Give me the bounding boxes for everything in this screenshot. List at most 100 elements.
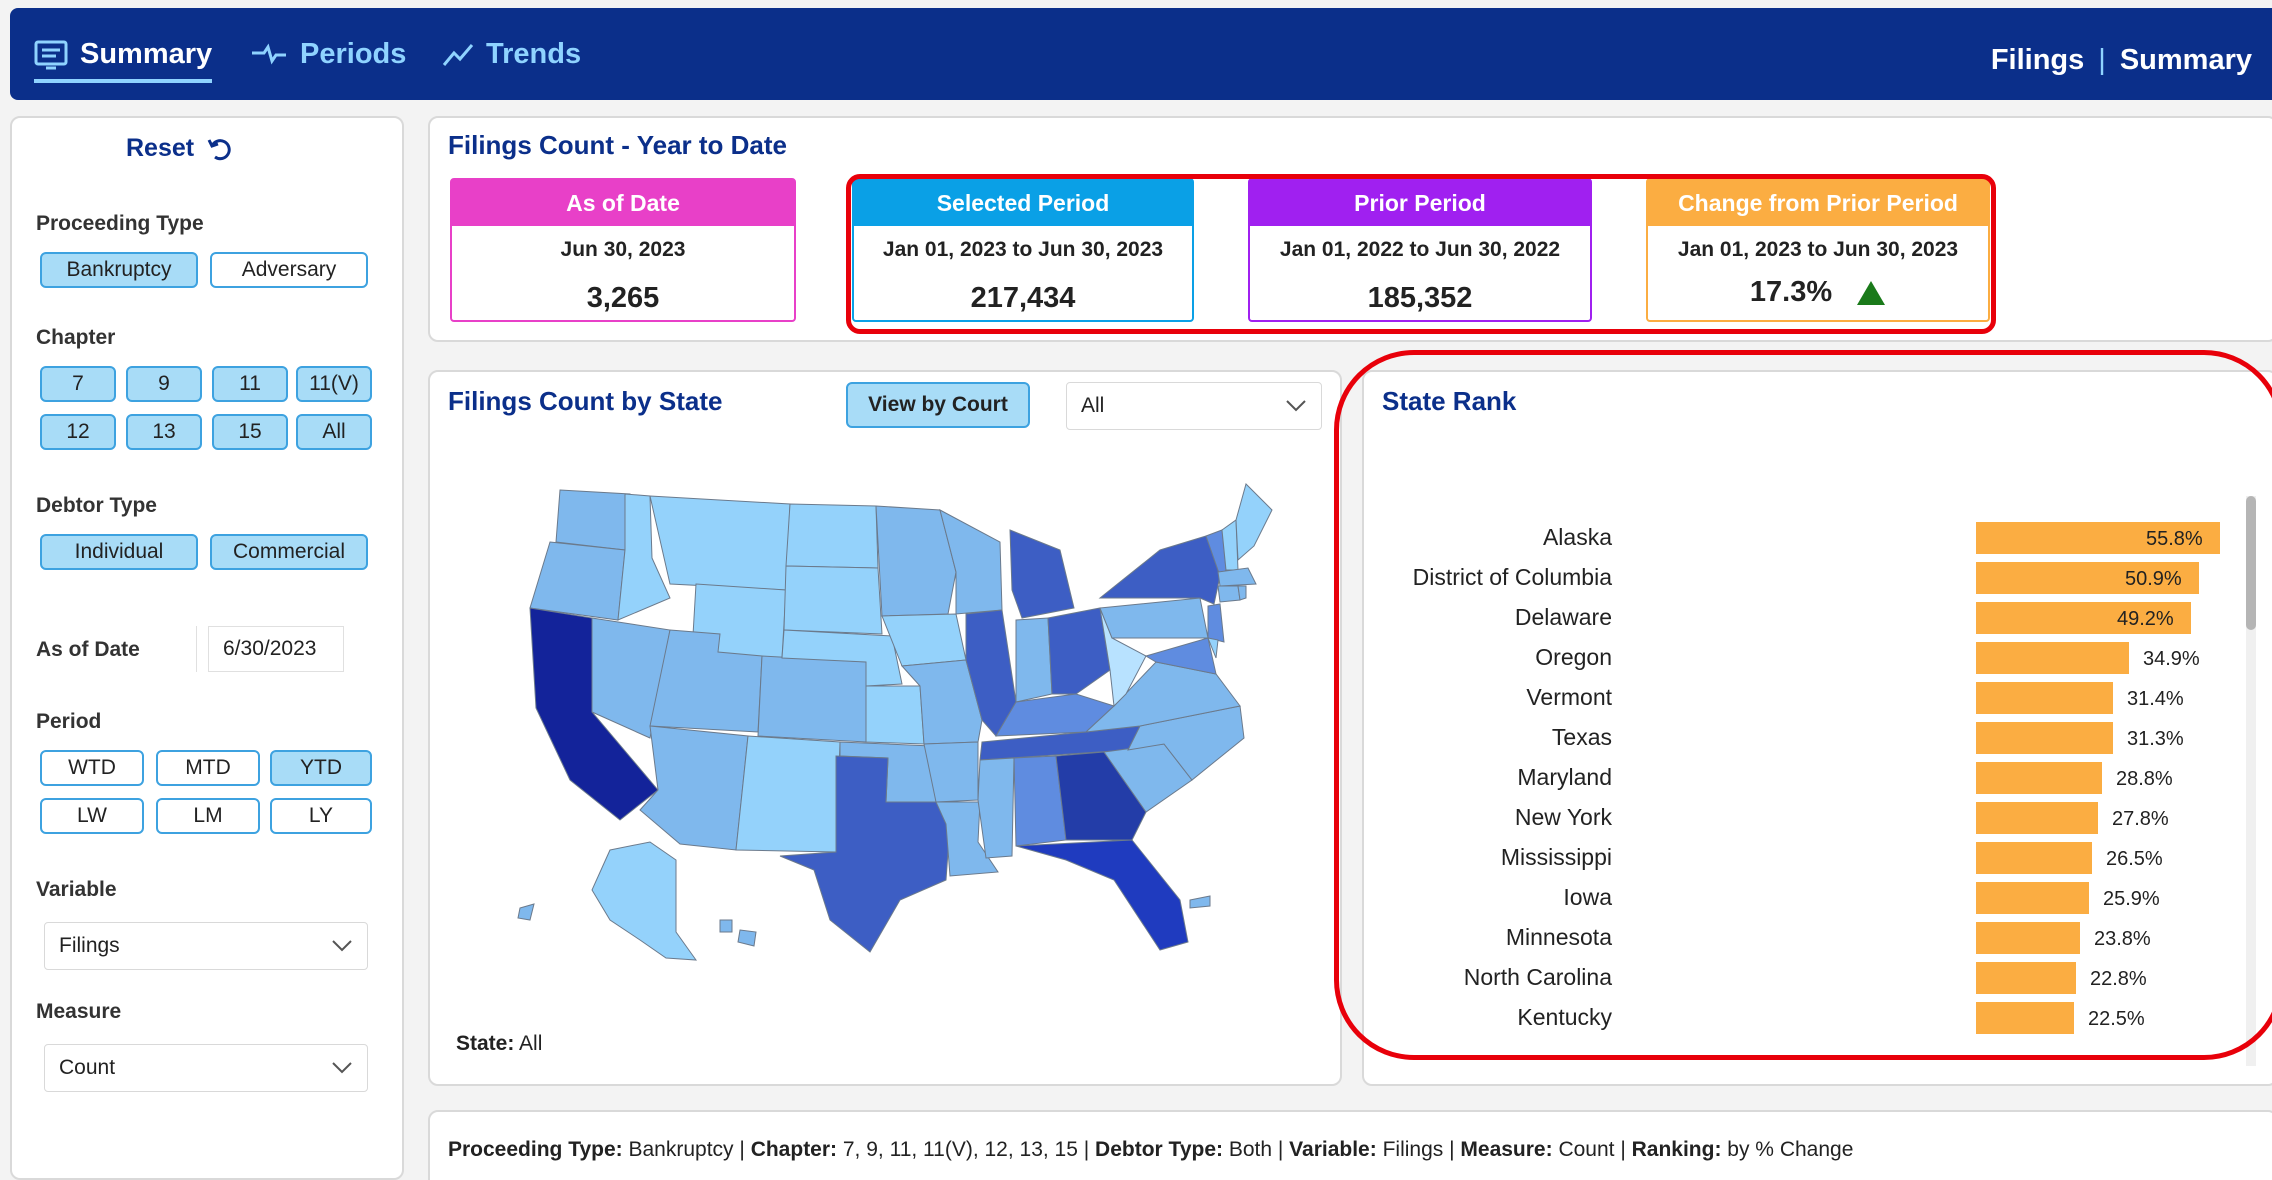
chip-chapter-7[interactable]: 7 xyxy=(40,366,116,402)
kpi-header: As of Date xyxy=(452,180,794,226)
state-maine xyxy=(1235,483,1273,562)
state-selection-label: State: xyxy=(456,1032,515,1055)
measure-label: Measure xyxy=(36,1000,122,1023)
state-kansas xyxy=(865,685,925,745)
kpi-period: Jun 30, 2023 xyxy=(560,238,686,261)
periods-icon xyxy=(250,42,288,67)
state-florida xyxy=(1015,839,1189,951)
measure-select-value: Count xyxy=(59,1056,116,1079)
footer-label: Ranking: xyxy=(1631,1138,1722,1161)
chapter-label: Chapter xyxy=(36,326,116,349)
state-alaska xyxy=(591,841,698,961)
chevron-down-icon xyxy=(332,1062,352,1074)
period-label: Period xyxy=(36,710,102,733)
state-hawaii-1 xyxy=(719,919,733,933)
state-selection: State: All xyxy=(456,1032,542,1056)
state-new-jersey xyxy=(1207,603,1225,643)
chip-chapter-13[interactable]: 13 xyxy=(126,414,202,450)
trend-icon xyxy=(442,43,474,67)
footer-value: Count xyxy=(1558,1138,1615,1161)
chip-chapter-11v[interactable]: 11(V) xyxy=(296,366,372,402)
proceeding-type-label: Proceeding Type xyxy=(36,212,204,235)
chip-chapter-12[interactable]: 12 xyxy=(40,414,116,450)
state-selection-value: All xyxy=(519,1032,543,1055)
state-rhode-island xyxy=(1237,585,1247,601)
territory-puerto-rico xyxy=(1189,895,1211,909)
state-hawaii-3 xyxy=(517,903,535,921)
chip-individual[interactable]: Individual xyxy=(40,534,198,570)
tab-summary-label: Summary xyxy=(80,38,213,70)
map-panel-title: Filings Count by State xyxy=(448,386,723,416)
footer-label: Measure: xyxy=(1460,1138,1553,1161)
as-of-date-label: As of Date xyxy=(36,638,140,661)
measure-select[interactable]: Count xyxy=(44,1044,368,1092)
chip-ytd[interactable]: YTD xyxy=(270,750,372,786)
chip-wtd[interactable]: WTD xyxy=(40,750,144,786)
date-divider xyxy=(196,626,197,672)
tab-summary[interactable]: Summary xyxy=(34,38,213,83)
variable-select[interactable]: Filings xyxy=(44,922,368,970)
state-new-york xyxy=(1098,535,1221,605)
reset-label: Reset xyxy=(126,134,195,162)
footer-value: Bankruptcy xyxy=(628,1138,734,1161)
state-pennsylvania xyxy=(1099,597,1209,639)
chip-bankruptcy[interactable]: Bankruptcy xyxy=(40,252,198,288)
footer-value: Both xyxy=(1228,1138,1273,1161)
chip-commercial[interactable]: Commercial xyxy=(210,534,368,570)
reset-button[interactable]: Reset xyxy=(126,134,232,163)
variable-label: Variable xyxy=(36,878,117,901)
chevron-down-icon xyxy=(1286,400,1306,412)
chip-chapter-11[interactable]: 11 xyxy=(212,366,288,402)
state-ohio xyxy=(1047,607,1111,695)
chip-mtd[interactable]: MTD xyxy=(156,750,260,786)
top-nav: Summary Periods Trends Filings | Summary xyxy=(10,8,2272,100)
state-hawaii-2 xyxy=(737,929,757,947)
breadcrumb-section[interactable]: Filings xyxy=(1991,44,2084,77)
chip-lm[interactable]: LM xyxy=(156,798,260,834)
debtor-type-label: Debtor Type xyxy=(36,494,157,517)
chip-chapter-all[interactable]: All xyxy=(296,414,372,450)
chip-lw[interactable]: LW xyxy=(40,798,144,834)
view-by-court-button[interactable]: View by Court xyxy=(846,382,1030,428)
state-north-dakota xyxy=(785,503,879,569)
court-filter-select[interactable]: All xyxy=(1066,382,1322,430)
breadcrumb-page: Summary xyxy=(2119,44,2252,76)
chevron-down-icon xyxy=(332,940,352,952)
kpi-value-text: 3,265 xyxy=(586,282,660,314)
chip-chapter-15[interactable]: 15 xyxy=(212,414,288,450)
footer-label: Proceeding Type: xyxy=(448,1138,623,1161)
state-connecticut xyxy=(1217,585,1241,603)
kpi-as-of-date: As of Date Jun 30, 2023 3,265 xyxy=(450,178,796,322)
state-michigan xyxy=(1009,529,1075,619)
court-filter-value: All xyxy=(1081,394,1105,417)
chip-chapter-9[interactable]: 9 xyxy=(126,366,202,402)
state-montana xyxy=(649,495,791,591)
us-choropleth-map[interactable] xyxy=(500,480,1280,980)
report-icon xyxy=(34,40,68,70)
as-of-date-input[interactable]: 6/30/2023 xyxy=(208,626,344,672)
undo-icon xyxy=(207,138,231,160)
tab-periods-label: Periods xyxy=(300,38,407,70)
chip-ly[interactable]: LY xyxy=(270,798,372,834)
breadcrumb-separator: | xyxy=(2098,44,2106,76)
variable-select-value: Filings xyxy=(59,934,120,957)
tab-periods[interactable]: Periods xyxy=(250,38,406,71)
state-mississippi xyxy=(977,757,1015,859)
state-new-mexico xyxy=(735,735,841,853)
state-washington xyxy=(555,489,631,551)
tab-trends-label: Trends xyxy=(486,38,582,70)
breadcrumb: Filings | Summary xyxy=(1991,44,2252,77)
footer-value: Filings xyxy=(1382,1138,1444,1161)
chip-adversary[interactable]: Adversary xyxy=(210,252,368,288)
ytd-panel-title: Filings Count - Year to Date xyxy=(448,130,788,160)
filter-summary-text: Proceeding Type: Bankruptcy | Chapter: 7… xyxy=(448,1138,1854,1161)
highlight-annotation xyxy=(1334,350,2272,1060)
state-south-dakota xyxy=(783,565,883,635)
highlight-annotation xyxy=(846,174,1996,334)
kpi-value: 3,265 xyxy=(452,282,794,315)
footer-label: Variable: xyxy=(1289,1138,1377,1161)
footer-label: Chapter: xyxy=(750,1138,838,1161)
tab-trends[interactable]: Trends xyxy=(442,38,581,71)
state-colorado xyxy=(757,655,869,743)
state-indiana xyxy=(1015,617,1053,703)
